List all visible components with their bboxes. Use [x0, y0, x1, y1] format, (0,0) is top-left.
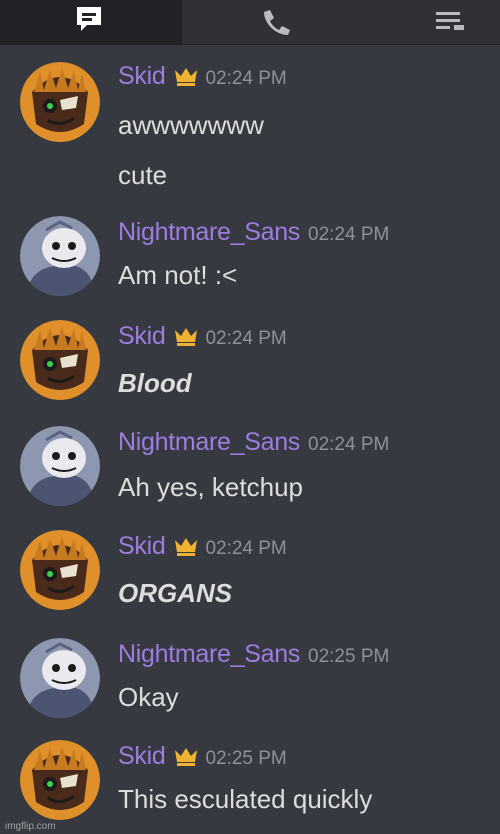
- message-header: Nightmare_Sans 02:25 PM: [118, 640, 389, 669]
- message-text: This esculated quickly: [118, 784, 373, 814]
- username[interactable]: Nightmare_Sans: [118, 640, 300, 669]
- owner-crown-icon: [173, 536, 199, 556]
- avatar[interactable]: [20, 426, 100, 506]
- timestamp[interactable]: 02:24 PM: [205, 68, 286, 90]
- username[interactable]: Nightmare_Sans: [118, 218, 300, 247]
- message-text: cute: [118, 160, 168, 190]
- timestamp[interactable]: 02:24 PM: [308, 224, 389, 246]
- message-header: Nightmare_Sans 02:24 PM: [118, 218, 389, 247]
- timestamp[interactable]: 02:25 PM: [308, 646, 389, 668]
- avatar[interactable]: [20, 530, 100, 610]
- timestamp[interactable]: 02:24 PM: [205, 538, 286, 560]
- channel-header-bar: [0, 0, 500, 45]
- list-icon: [432, 10, 468, 34]
- owner-crown-icon: [173, 326, 199, 346]
- message-text: Okay: [118, 682, 179, 712]
- message-text: ORGANS: [118, 578, 233, 608]
- username[interactable]: Skid: [118, 742, 166, 771]
- username[interactable]: Skid: [118, 532, 166, 561]
- message-header: Skid 02:24 PM: [118, 62, 287, 91]
- message-header: Nightmare_Sans 02:24 PM: [118, 428, 389, 457]
- watermark: imgflip.com: [5, 821, 56, 832]
- message-header: Skid 02:25 PM: [118, 742, 287, 771]
- message-text: awwwwwww: [118, 110, 264, 140]
- message-header: Skid 02:24 PM: [118, 322, 287, 351]
- tab-chat[interactable]: [0, 0, 182, 44]
- message-text: Ah yes, ketchup: [118, 472, 303, 502]
- chat-icon: [73, 7, 109, 37]
- message-header: Skid 02:24 PM: [118, 532, 287, 561]
- avatar[interactable]: [20, 216, 100, 296]
- username[interactable]: Skid: [118, 322, 166, 351]
- message-text: Am not! :<: [118, 260, 238, 290]
- message-text: Blood: [118, 368, 192, 398]
- timestamp[interactable]: 02:25 PM: [205, 748, 286, 770]
- timestamp[interactable]: 02:24 PM: [308, 434, 389, 456]
- tab-call[interactable]: [230, 0, 320, 44]
- username[interactable]: Nightmare_Sans: [118, 428, 300, 457]
- owner-crown-icon: [173, 746, 199, 766]
- username[interactable]: Skid: [118, 62, 166, 91]
- avatar[interactable]: [20, 320, 100, 400]
- timestamp[interactable]: 02:24 PM: [205, 328, 286, 350]
- phone-icon: [258, 8, 292, 36]
- avatar[interactable]: [20, 740, 100, 820]
- tab-member-list[interactable]: [420, 0, 480, 44]
- avatar[interactable]: [20, 638, 100, 718]
- owner-crown-icon: [173, 66, 199, 86]
- avatar[interactable]: [20, 62, 100, 142]
